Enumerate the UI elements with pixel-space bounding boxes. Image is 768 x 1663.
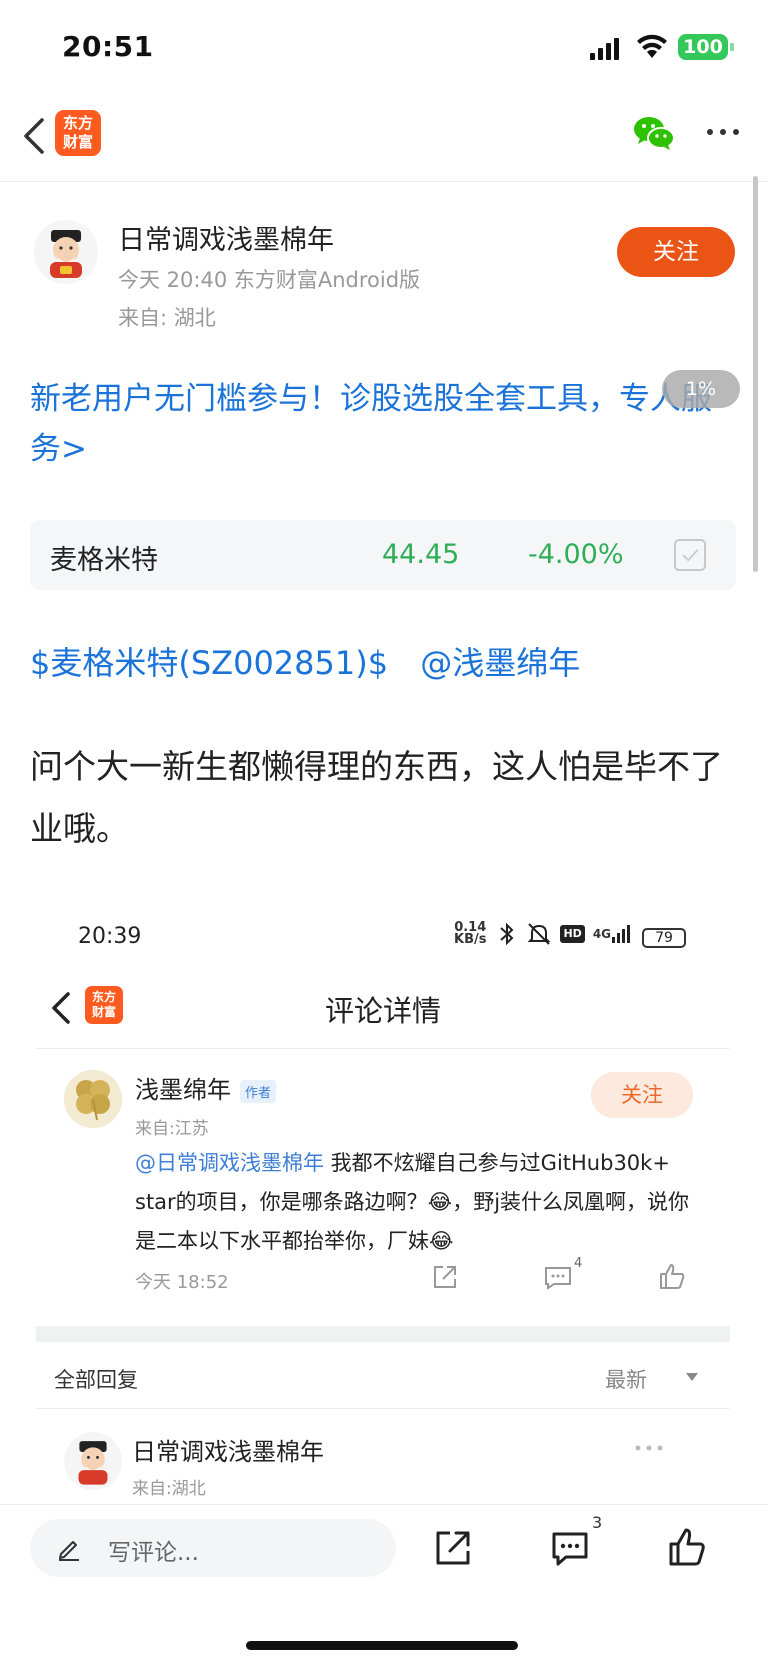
commenter-avatar (64, 1070, 122, 1128)
cellular-signal-icon (590, 38, 619, 60)
screenshot-time: 20:39 (78, 924, 142, 949)
author-name[interactable]: 日常调戏浅墨棉年 (118, 218, 334, 257)
divider (36, 1408, 730, 1409)
screenshot-battery: 79 (642, 928, 686, 948)
comment-mention: @日常调戏浅墨棉年 (135, 1151, 324, 1175)
comment-count: 3 (592, 1513, 603, 1532)
more-icon (635, 1445, 663, 1451)
screenshot-follow-button: 关注 (591, 1072, 693, 1118)
home-indicator[interactable] (246, 1641, 518, 1650)
comment-placeholder: 写评论... (108, 1540, 199, 1566)
mute-icon (528, 923, 551, 945)
comment-reply-count: 4 (574, 1256, 583, 1271)
app-logo[interactable]: 东方 财富 (55, 110, 101, 156)
status-bar: 20:51 100 (0, 0, 768, 96)
embedded-screenshot[interactable]: 20:39 0.14 KB/s HD 4G 79 东方 财富 评论详情 浅墨绵年… (30, 904, 736, 1504)
comment-text: @日常调戏浅墨棉年 我都不炫耀自己参与过GitHub30k+ star的项目，你… (135, 1144, 705, 1261)
author-avatar[interactable] (34, 220, 98, 284)
logo-line2: 财富 (62, 133, 93, 151)
reply-avatar (64, 1432, 122, 1490)
back-icon[interactable] (14, 114, 54, 158)
follow-button[interactable]: 关注 (617, 227, 735, 277)
stock-name: 麦格米特 (50, 545, 158, 576)
commenter-location: 来自:江苏 (135, 1119, 209, 1139)
post-body: 问个大一新生都懒得理的东西，这人怕是毕不了业哦。 (30, 747, 723, 848)
commenter-name: 浅墨绵年 (135, 1076, 231, 1104)
net-speed: 0.14 KB/s (454, 921, 487, 947)
stock-tag-link[interactable]: $麦格米特(SZ002851)$ (30, 644, 388, 682)
like-icon (660, 1264, 685, 1289)
tag-line: $麦格米特(SZ002851)$ @浅墨绵年 (30, 638, 602, 684)
progress-chip: 1% (662, 370, 740, 408)
promo-link[interactable]: 新老用户无门槛参与！诊股选股全套工具，专人服务> (30, 374, 742, 474)
share-icon[interactable] (434, 1529, 472, 1567)
screenshot-status-icons: 0.14 KB/s HD 4G (454, 921, 633, 947)
hd-badge: HD (560, 925, 585, 943)
stock-change: -4.00% (528, 539, 624, 570)
stock-price: 44.45 (382, 539, 460, 570)
fortune-god-avatar-icon (50, 230, 82, 278)
status-time: 20:51 (62, 30, 154, 63)
section-separator (36, 1326, 730, 1342)
four-leaf-clover-icon (64, 1070, 122, 1128)
pen-icon (59, 1541, 79, 1561)
replies-title: 全部回复 (54, 1368, 138, 1392)
like-icon[interactable] (668, 1527, 706, 1567)
nav-bar: 东方 财富 (0, 96, 768, 182)
screenshot-title: 评论详情 (324, 994, 441, 1028)
stock-card[interactable]: 麦格米特 44.45 -4.00% (30, 520, 736, 590)
logo-line1: 东方 (62, 114, 93, 132)
reply-name: 日常调戏浅墨棉年 (132, 1438, 324, 1466)
signal-icon (612, 925, 631, 943)
fortune-god-avatar-icon (78, 1441, 108, 1485)
share-icon (434, 1266, 456, 1288)
wechat-icon[interactable] (632, 114, 676, 152)
bluetooth-icon (500, 922, 514, 946)
post-meta: 今天 20:40 东方财富Android版 (118, 268, 421, 292)
comment-icon[interactable] (551, 1531, 589, 1567)
mention-link[interactable]: @浅墨绵年 (420, 644, 580, 682)
battery-indicator: 100 (678, 34, 734, 60)
scrollbar[interactable] (753, 176, 758, 572)
bottom-bar: 写评论... 3 (0, 1504, 768, 1663)
caret-down-icon (686, 1373, 698, 1381)
wifi-icon (637, 34, 667, 58)
comment-time: 今天 18:52 (135, 1272, 229, 1293)
more-icon[interactable] (706, 124, 740, 140)
author-location: 来自: 湖北 (118, 306, 216, 330)
checkbox-icon[interactable] (674, 539, 706, 571)
sort-label: 最新 (605, 1368, 647, 1392)
comment-icon (545, 1267, 571, 1290)
net-speed-unit: KB/s (454, 932, 487, 947)
author-badge: 作者 (240, 1080, 277, 1103)
divider (36, 1048, 730, 1049)
reply-location: 来自:湖北 (132, 1479, 206, 1499)
comment-input[interactable]: 写评论... (30, 1519, 396, 1577)
network-type: 4G (592, 927, 612, 941)
